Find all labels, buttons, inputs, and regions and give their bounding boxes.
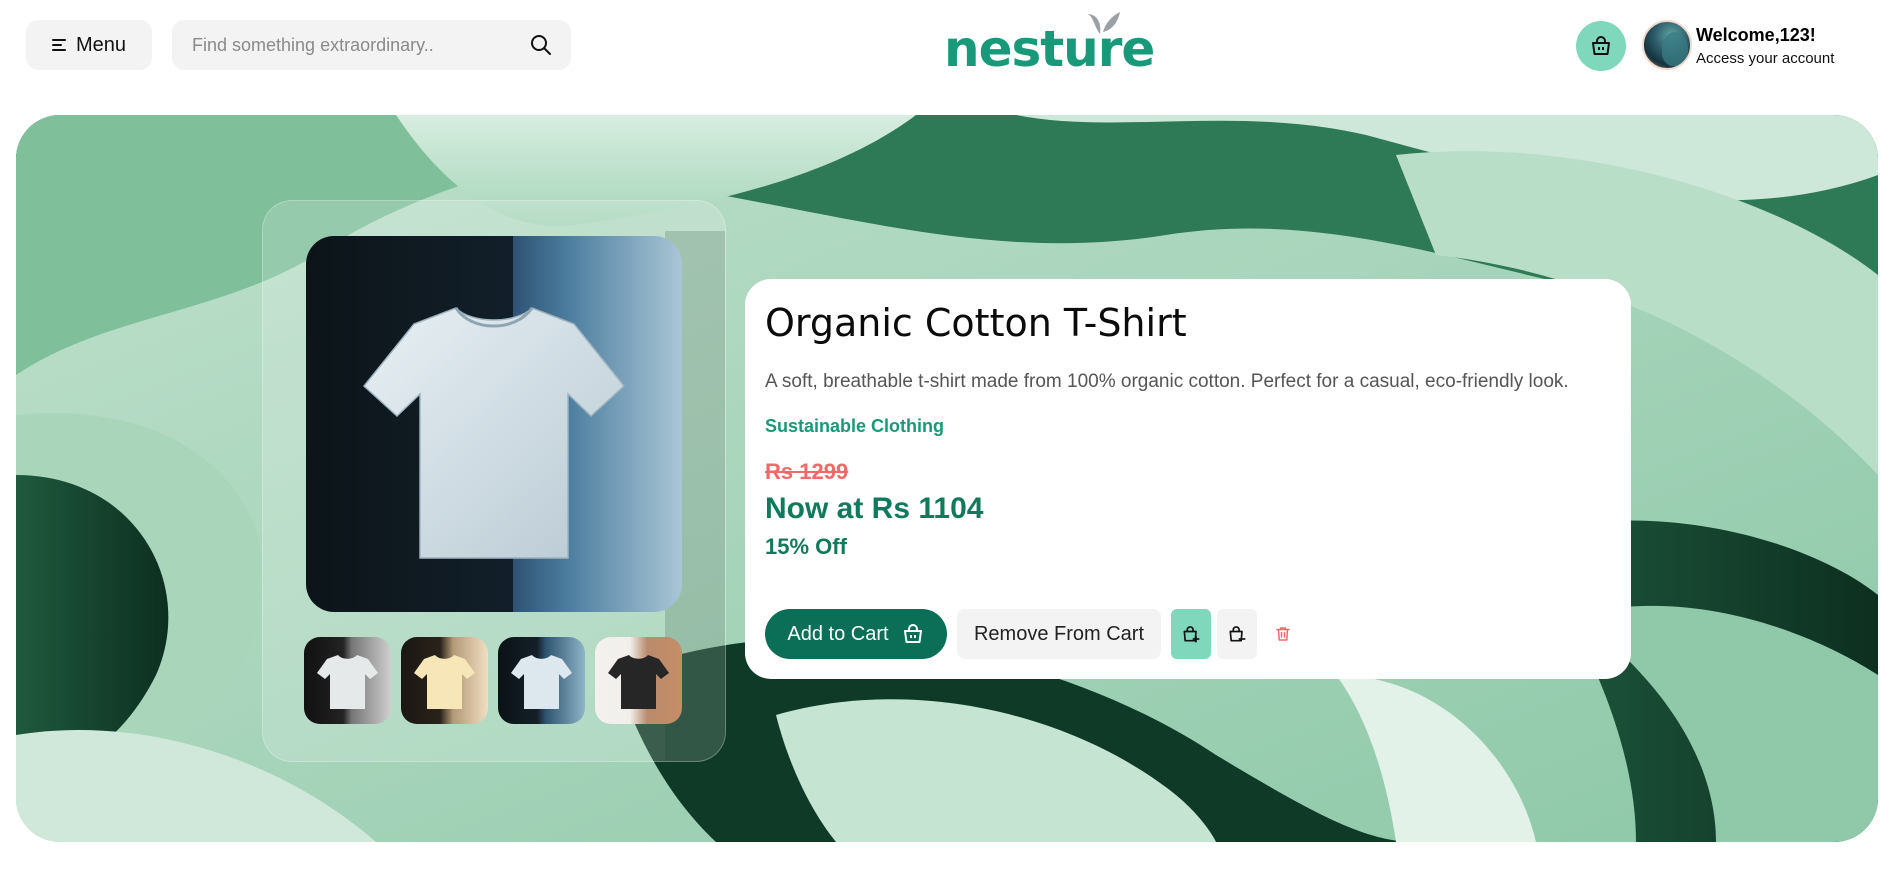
leaf-icon [1088, 12, 1120, 34]
bag-minus-icon [1229, 626, 1246, 642]
product-category[interactable]: Sustainable Clothing [765, 416, 944, 437]
bag-minus-button[interactable] [1217, 609, 1257, 659]
thumbnail-cream-tshirt[interactable] [401, 637, 488, 724]
tshirt-thumb-icon [317, 655, 378, 709]
discount-label: 15% Off [765, 534, 847, 559]
add-to-cart-label: Add to Cart [787, 622, 889, 645]
product-title: Organic Cotton T-Shirt [765, 301, 1187, 345]
menu-button[interactable]: Menu [26, 20, 152, 70]
menu-icon [51, 39, 66, 51]
thumbnail-list [304, 637, 682, 724]
welcome-subtitle: Access your account [1696, 50, 1835, 67]
account-info[interactable]: Welcome,123! Access your account [1696, 25, 1834, 67]
logo-text: nesture [944, 20, 1155, 78]
shopping-bag-icon [903, 624, 922, 643]
bag-plus-button[interactable] [1171, 609, 1211, 659]
welcome-title: Welcome,123! [1696, 25, 1816, 45]
product-main-image [306, 236, 682, 612]
tshirt-thumb-icon [608, 655, 669, 709]
product-description: A soft, breathable t-shirt made from 100… [765, 371, 1569, 392]
tshirt-image [362, 307, 626, 559]
top-header: Menu nesture Welcome,123! Access your ac… [0, 0, 1892, 92]
search-bar [172, 20, 571, 70]
thumbnail-white-tshirt-blue[interactable] [498, 637, 585, 724]
bag-plus-icon [1183, 626, 1200, 643]
menu-label: Menu [75, 33, 127, 56]
sale-price: Now at Rs 1104 [765, 492, 984, 525]
product-hero: Organic Cotton T-Shirt A soft, breathabl… [16, 115, 1878, 842]
remove-from-cart-button[interactable]: Remove From Cart [957, 609, 1161, 659]
avatar[interactable] [1642, 20, 1692, 70]
trash-icon [1276, 627, 1290, 641]
shopping-bag-icon [1592, 36, 1610, 55]
search-input[interactable] [192, 20, 512, 70]
cart-button[interactable] [1576, 21, 1626, 71]
search-icon[interactable] [529, 33, 553, 57]
product-details-card: Organic Cotton T-Shirt A soft, breathabl… [745, 279, 1631, 679]
thumbnail-white-tshirt[interactable] [304, 637, 391, 724]
add-to-cart-button[interactable]: Add to Cart [765, 609, 947, 659]
nesture-logo[interactable]: nesture [944, 6, 1155, 78]
tshirt-thumb-icon [414, 655, 475, 709]
tshirt-thumb-icon [511, 655, 572, 709]
remove-from-cart-label: Remove From Cart [973, 622, 1145, 645]
original-price: Rs 1299 [765, 459, 849, 484]
delete-button[interactable] [1263, 609, 1303, 659]
thumbnail-black-tshirt[interactable] [595, 637, 682, 724]
